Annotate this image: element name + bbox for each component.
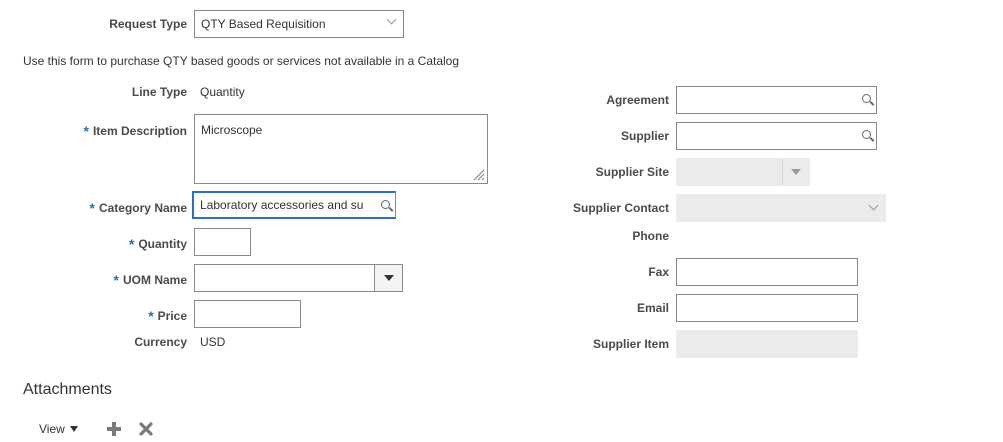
email-value (677, 295, 857, 321)
supplier-contact-value (677, 195, 885, 221)
currency-value: USD (200, 335, 226, 349)
view-menu[interactable]: View (39, 422, 78, 436)
supplier-item-input (676, 330, 858, 358)
view-label: View (39, 422, 65, 436)
supplier-site-select[interactable] (676, 158, 810, 186)
required-marker: * (128, 236, 135, 252)
uom-name-label: * UOM Name (113, 272, 187, 288)
price-value (195, 301, 300, 327)
required-marker: * (83, 123, 89, 139)
search-icon[interactable] (862, 130, 871, 139)
category-name-input[interactable]: Laboratory accessories and su (192, 191, 396, 219)
line-type-value: Quantity (200, 85, 245, 99)
intro-text: Use this form to purchase QTY based good… (23, 54, 460, 68)
supplier-item-label: Supplier Item (592, 337, 669, 351)
fax-value (677, 259, 857, 285)
delete-icon[interactable] (138, 421, 154, 437)
supplier-site-dropdown-button[interactable] (782, 159, 809, 185)
uom-name-value (195, 265, 402, 291)
fax-input[interactable] (676, 258, 858, 286)
agreement-value (677, 87, 876, 113)
chevron-down-icon (386, 14, 397, 25)
attachments-title: Attachments (23, 381, 112, 398)
search-icon[interactable] (862, 94, 871, 103)
quantity-value (195, 229, 250, 255)
quantity-label: * Quantity (128, 236, 187, 252)
supplier-site-label: Supplier Site (595, 165, 669, 179)
required-marker: * (148, 308, 154, 324)
item-description-value: Microscope (201, 123, 263, 137)
add-icon[interactable] (106, 421, 122, 437)
quantity-input[interactable] (194, 228, 251, 256)
fax-label: Fax (648, 265, 669, 279)
currency-label: Currency (134, 335, 187, 349)
line-type-label: Line Type (131, 85, 187, 99)
dropdown-arrow-icon (791, 169, 801, 175)
category-name-label: * Category Name (89, 200, 187, 216)
category-name-value: Laboratory accessories and su (200, 198, 364, 212)
search-icon[interactable] (381, 200, 390, 209)
supplier-input[interactable] (676, 122, 877, 150)
email-input[interactable] (676, 294, 858, 322)
supplier-contact-label: Supplier Contact (572, 201, 669, 215)
supplier-value (677, 123, 876, 149)
required-marker: * (89, 200, 95, 216)
uom-name-select[interactable] (194, 264, 403, 292)
email-label: Email (636, 301, 669, 315)
request-type-label: Request Type (109, 17, 187, 31)
chevron-down-icon (868, 200, 879, 211)
request-type-select[interactable]: QTY Based Requisition (194, 10, 404, 38)
phone-label: Phone (632, 229, 669, 243)
price-input[interactable] (194, 300, 301, 328)
price-label: * Price (148, 308, 187, 324)
resize-handle-icon[interactable] (473, 169, 485, 181)
item-description-textarea[interactable]: Microscope (194, 114, 488, 184)
dropdown-arrow-icon (383, 275, 394, 281)
item-description-label: * Item Description (83, 123, 187, 139)
supplier-item-value (677, 331, 857, 357)
request-type-value: QTY Based Requisition (201, 17, 326, 31)
dropdown-arrow-icon (69, 426, 78, 432)
uom-dropdown-button[interactable] (374, 265, 402, 291)
supplier-label: Supplier (620, 129, 669, 143)
agreement-input[interactable] (676, 86, 877, 114)
required-marker: * (113, 272, 119, 288)
supplier-contact-select[interactable] (676, 194, 886, 222)
agreement-label: Agreement (606, 93, 669, 107)
